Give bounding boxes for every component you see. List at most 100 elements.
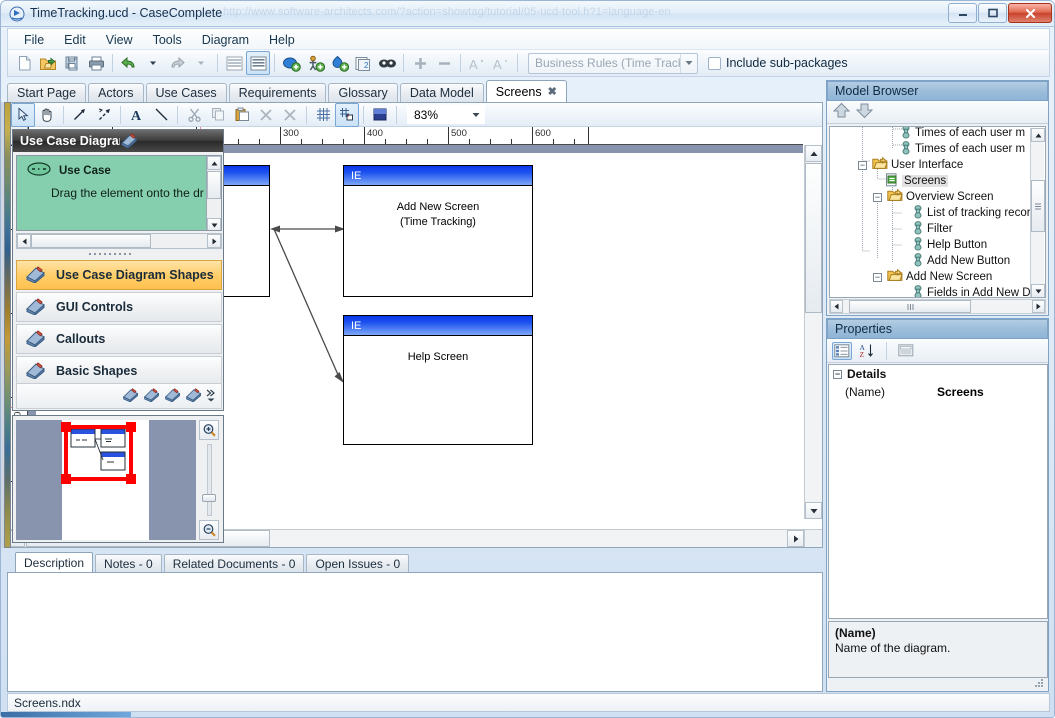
- add-package-icon[interactable]: 2: [351, 51, 375, 75]
- delete-icon[interactable]: [254, 103, 278, 127]
- properties-grid[interactable]: − Details (Name) Screens: [828, 364, 1048, 619]
- menu-diagram[interactable]: Diagram: [192, 31, 259, 49]
- description-textarea[interactable]: [7, 572, 823, 692]
- tree-node-user-interface[interactable]: − User Interface: [858, 156, 963, 173]
- cut-icon[interactable]: [182, 103, 206, 127]
- diagram-node-add-new-screen[interactable]: IE Add New Screen (Time Tracking): [343, 165, 533, 297]
- tree-node-fields-in-add-new-dialog[interactable]: Fields in Add New Di: [912, 285, 1033, 297]
- chevron-down-icon[interactable]: [468, 112, 484, 118]
- tree-scrollbar-thumb[interactable]: [1031, 180, 1045, 232]
- overview-zoom-slider[interactable]: [199, 444, 219, 516]
- stencil-item-use-case[interactable]: Use Case: [17, 156, 221, 179]
- minus-icon[interactable]: [432, 51, 456, 75]
- save-icon[interactable]: [60, 51, 84, 75]
- grid-view-icon[interactable]: [222, 51, 246, 75]
- tree-node-times-of-each-user-1[interactable]: Times of each user m: [900, 127, 1025, 141]
- chevron-down-icon[interactable]: [680, 53, 697, 73]
- redo-dropdown-icon[interactable]: [189, 51, 213, 75]
- tree-node-list-of-tracking-records[interactable]: List of tracking record: [912, 204, 1037, 221]
- tree-scroll-down-button[interactable]: [1031, 284, 1045, 297]
- zoom-level-combo[interactable]: 83%: [407, 105, 485, 124]
- stencil-book-icon[interactable]: [143, 387, 161, 405]
- slider-thumb[interactable]: [202, 494, 216, 502]
- menu-edit[interactable]: Edit: [54, 31, 96, 49]
- plus-icon[interactable]: [408, 51, 432, 75]
- overview-thumbnail[interactable]: [16, 420, 196, 540]
- scrollbar-thumb[interactable]: [805, 163, 822, 313]
- pan-hand-icon[interactable]: [35, 103, 59, 127]
- scroll-right-button[interactable]: [787, 530, 804, 547]
- tab-related-documents[interactable]: Related Documents - 0: [163, 554, 305, 572]
- minimize-button[interactable]: [948, 3, 977, 23]
- font-shrink-icon[interactable]: A: [489, 51, 513, 75]
- scroll-down-button[interactable]: [805, 502, 822, 519]
- delete-all-icon[interactable]: [278, 103, 302, 127]
- canvas-vertical-scrollbar[interactable]: [804, 145, 822, 519]
- tree-scroll-up-button[interactable]: [1031, 128, 1045, 142]
- tree-hscrollbar-thumb[interactable]: [849, 300, 971, 313]
- tree-node-help-button[interactable]: Help Button: [912, 236, 987, 253]
- zoom-in-icon[interactable]: [199, 420, 219, 440]
- stencil-book-icon[interactable]: [185, 387, 203, 405]
- fill-color-icon[interactable]: [368, 103, 392, 127]
- menu-tools[interactable]: Tools: [143, 31, 192, 49]
- stencil-scroll-up-button[interactable]: [207, 156, 221, 170]
- stencil-scroll-left-button[interactable]: [17, 234, 31, 248]
- properties-category-details[interactable]: − Details: [829, 365, 1047, 383]
- include-subpackages-checkbox[interactable]: Include sub-packages: [708, 56, 848, 70]
- close-icon[interactable]: ✖: [548, 85, 557, 98]
- stencil-book-icon[interactable]: [120, 132, 220, 151]
- line-tool-icon[interactable]: [149, 103, 173, 127]
- tree-expander-collapse-icon[interactable]: −: [873, 272, 882, 282]
- tab-notes[interactable]: Notes - 0: [95, 554, 162, 572]
- stencil-vertical-scrollbar[interactable]: [206, 156, 221, 230]
- snap-to-grid-icon[interactable]: [335, 102, 359, 127]
- select-pointer-icon[interactable]: [11, 102, 35, 127]
- tree-horizontal-scrollbar[interactable]: [829, 299, 1046, 314]
- tree-expander-collapse-icon[interactable]: −: [858, 160, 867, 170]
- categorized-view-icon[interactable]: [832, 341, 852, 360]
- dependency-arrow-icon[interactable]: [92, 103, 116, 127]
- new-document-icon[interactable]: [12, 51, 36, 75]
- undo-icon[interactable]: [117, 51, 141, 75]
- tree-node-add-new-screen[interactable]: − Add New Screen: [873, 268, 992, 285]
- find-icon[interactable]: [375, 51, 399, 75]
- property-pages-icon[interactable]: [896, 342, 916, 360]
- stencil-scroll-down-button[interactable]: [207, 218, 221, 230]
- add-actor-icon[interactable]: [303, 51, 327, 75]
- resize-grip-icon[interactable]: [1033, 677, 1045, 689]
- text-tool-icon[interactable]: A: [125, 103, 149, 127]
- shape-category-basic-shapes[interactable]: Basic Shapes: [16, 356, 222, 386]
- menu-view[interactable]: View: [96, 31, 143, 49]
- shape-category-callouts[interactable]: Callouts: [16, 324, 222, 354]
- category-collapse-icon[interactable]: −: [833, 369, 842, 379]
- maximize-button[interactable]: [978, 3, 1007, 23]
- model-browser-tree[interactable]: Times of each user m Times of each user …: [829, 126, 1046, 298]
- stencil-horizontal-scrollbar[interactable]: [16, 233, 222, 249]
- tab-actors[interactable]: Actors: [88, 83, 144, 102]
- stencil-hscrollbar-thumb[interactable]: [31, 234, 151, 248]
- close-button[interactable]: [1008, 3, 1052, 23]
- alphabetical-sort-icon[interactable]: AZ: [857, 342, 877, 360]
- tree-node-times-of-each-user-2[interactable]: Times of each user m: [900, 140, 1025, 157]
- tree-scroll-left-button[interactable]: [830, 300, 843, 313]
- diagram-node-help-screen[interactable]: IE Help Screen: [343, 315, 533, 445]
- panel-splitter-grip[interactable]: [16, 251, 222, 258]
- tab-open-issues[interactable]: Open Issues - 0: [306, 554, 410, 572]
- stencil-book-icon[interactable]: [122, 387, 140, 405]
- collapsed-sidebar-strip[interactable]: [4, 102, 11, 548]
- tab-start-page[interactable]: Start Page: [7, 83, 87, 102]
- menu-help[interactable]: Help: [259, 31, 305, 49]
- tree-node-add-new-button[interactable]: Add New Button: [912, 252, 1010, 269]
- association-arrow-icon[interactable]: [68, 103, 92, 127]
- checkbox-box[interactable]: [708, 56, 721, 70]
- move-down-icon[interactable]: [855, 102, 874, 122]
- tab-requirements[interactable]: Requirements: [228, 83, 327, 102]
- property-value[interactable]: Screens: [933, 385, 1047, 399]
- add-requirement-icon[interactable]: [327, 51, 351, 75]
- undo-dropdown-icon[interactable]: [141, 51, 165, 75]
- paste-icon[interactable]: [230, 103, 254, 127]
- tab-use-cases[interactable]: Use Cases: [145, 83, 227, 102]
- tree-expander-collapse-icon[interactable]: −: [873, 192, 882, 202]
- tab-screens[interactable]: Screens ✖: [485, 80, 567, 102]
